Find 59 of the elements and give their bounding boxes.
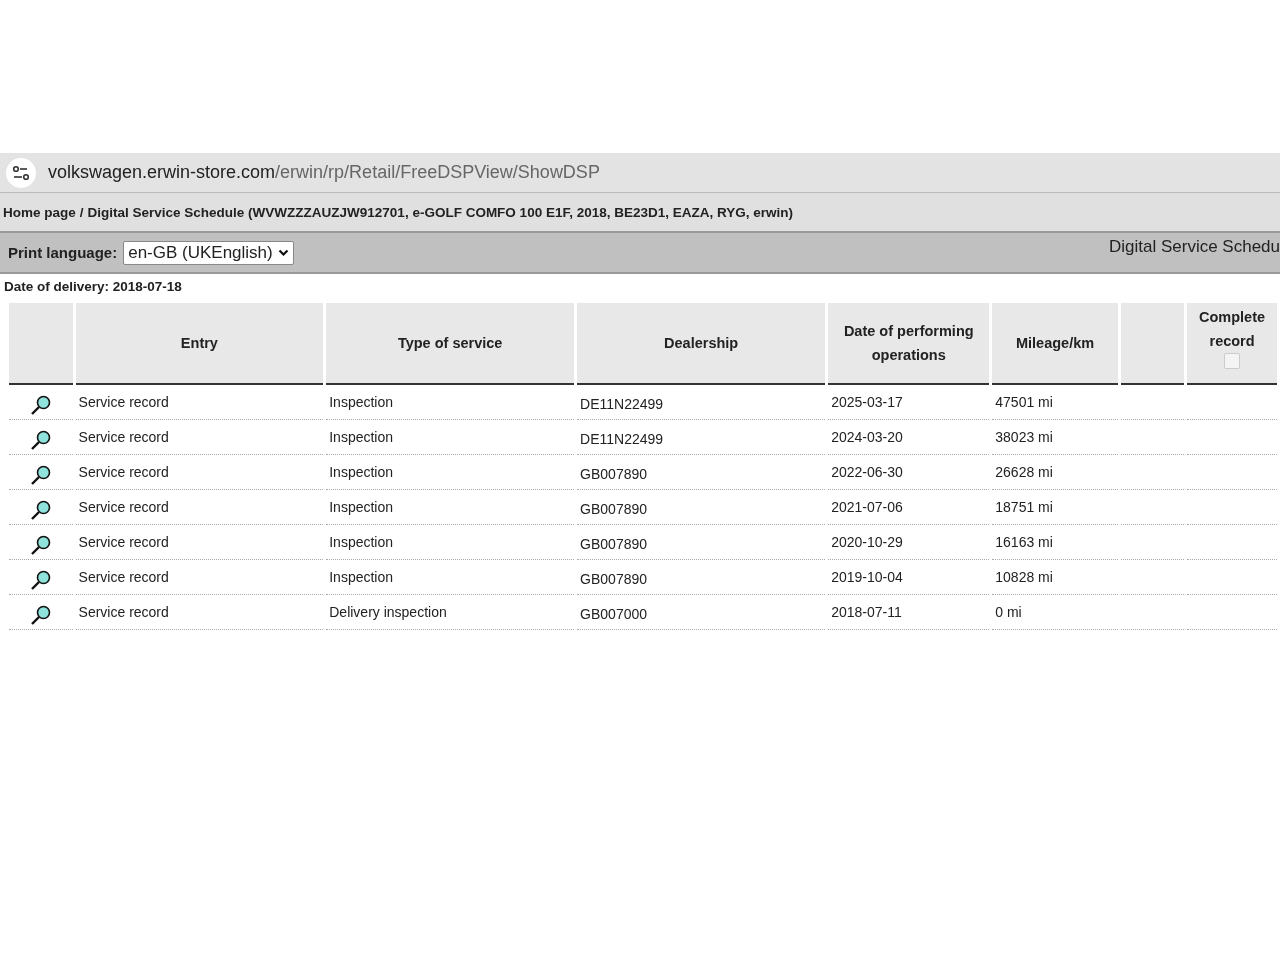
table-cell: 16163 mi xyxy=(995,534,1053,550)
table-cell: DE11N22499 xyxy=(580,396,664,412)
breadcrumb-separator: / xyxy=(79,204,84,220)
table-cell: GB007890 xyxy=(580,536,648,552)
magnifier-icon[interactable] xyxy=(29,569,52,591)
table-cell: Inspection xyxy=(329,464,394,480)
table-cell: 18751 mi xyxy=(995,499,1053,515)
table-cell: Service record xyxy=(78,604,169,620)
home-link[interactable]: Home page xyxy=(3,204,76,220)
magnifier-icon[interactable] xyxy=(29,464,52,486)
table-cell: 38023 mi xyxy=(995,429,1053,445)
table-cell: 2022-06-30 xyxy=(831,464,903,480)
column-header: Dealership xyxy=(577,303,826,385)
magnifier-icon[interactable] xyxy=(29,394,52,416)
column-header: Date of performing operations xyxy=(828,303,990,385)
table-cell: 2025-03-17 xyxy=(831,394,903,410)
complete-record-checkbox[interactable] xyxy=(1224,353,1241,369)
column-header: Mileage/km xyxy=(992,303,1118,385)
breadcrumb-current: Digital Service Schedule (WVWZZZAUZJW912701, e-GOLF COMFO 100 E1F, 2018, BE23D1, EAZA, RYG, erwin) xyxy=(87,204,793,220)
delivery-date: Date of delivery: 2018-07-18 xyxy=(3,278,183,296)
table-cell: Inspection xyxy=(329,569,394,585)
column-header: Entry xyxy=(75,303,324,385)
table-cell: Inspection xyxy=(329,534,394,550)
table-cell: GB007000 xyxy=(580,606,648,622)
table-cell: Service record xyxy=(78,534,169,550)
table-cell: GB007890 xyxy=(580,466,648,482)
url-text[interactable]: volkswagen.erwin-store.com/erwin/rp/Retail/FreeDSPView/ShowDSP xyxy=(48,162,600,183)
table-cell: GB007890 xyxy=(580,571,648,587)
magnifier-icon[interactable] xyxy=(29,534,52,556)
magnifier-icon[interactable] xyxy=(29,429,52,451)
site-settings-icon[interactable] xyxy=(6,157,36,188)
table-cell: 2019-10-04 xyxy=(831,569,903,585)
table-cell: Service record xyxy=(78,394,169,410)
table-cell: 2024-03-20 xyxy=(831,429,903,445)
table-cell: 10828 mi xyxy=(995,569,1053,585)
table-cell: Inspection xyxy=(329,394,394,410)
table-cell: Inspection xyxy=(329,429,394,445)
table-cell: 2018-07-11 xyxy=(831,604,902,620)
table-cell: 26628 mi xyxy=(995,464,1053,480)
print-language-select[interactable]: en-GB (UKEnglish) xyxy=(123,240,294,265)
table-cell: Inspection xyxy=(329,499,394,515)
table-cell: Service record xyxy=(78,499,169,515)
column-header: Type of service xyxy=(326,303,575,385)
table-cell: 0 mi xyxy=(995,604,1022,620)
table-cell: GB007890 xyxy=(580,501,648,517)
table-cell: 2020-10-29 xyxy=(831,534,903,550)
magnifier-icon[interactable] xyxy=(29,604,52,626)
table-cell: Service record xyxy=(78,569,169,585)
magnifier-icon[interactable] xyxy=(29,499,52,521)
complete-record-label: Complete record xyxy=(1198,308,1267,351)
page-title: Digital Service Schedu xyxy=(1108,236,1280,257)
chevron-down-icon xyxy=(277,248,289,257)
table-cell: Service record xyxy=(78,429,169,445)
table-cell: DE11N22499 xyxy=(580,431,664,447)
table-cell: Delivery inspection xyxy=(329,604,447,620)
print-language-label: Print language: xyxy=(8,244,118,261)
table-cell: 2021-07-06 xyxy=(831,499,903,515)
table-cell: Service record xyxy=(78,464,169,480)
table-cell: 47501 mi xyxy=(995,394,1053,410)
